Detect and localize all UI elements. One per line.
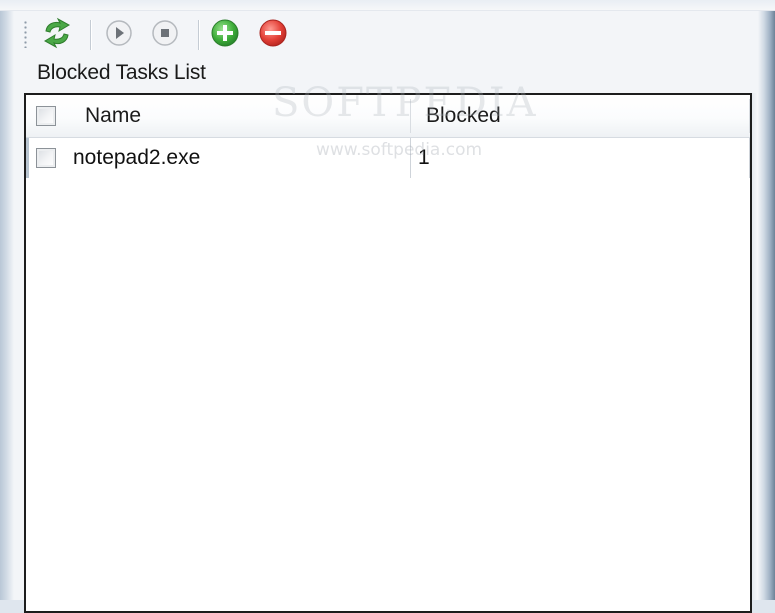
toolbar-separator	[198, 20, 199, 50]
application-window: Blocked Tasks List Name Blocked notepad2…	[0, 0, 775, 613]
row-focus-indicator	[26, 138, 29, 178]
column-header-name[interactable]: Name	[85, 95, 141, 137]
select-all-checkbox[interactable]	[36, 106, 56, 126]
title-bar-edge	[0, 0, 775, 11]
blocked-tasks-list[interactable]: Name Blocked notepad2.exe 1	[24, 93, 752, 613]
toolbar	[14, 12, 758, 58]
stop-button[interactable]	[148, 18, 182, 52]
refresh-icon	[40, 17, 74, 53]
row-checkbox[interactable]	[36, 148, 56, 168]
start-button[interactable]	[102, 18, 136, 52]
refresh-button[interactable]	[40, 17, 74, 53]
blocked-tasks-list-label: Blocked Tasks List	[37, 61, 206, 84]
add-icon	[209, 17, 241, 53]
column-divider[interactable]	[410, 99, 411, 133]
toolbar-grip[interactable]	[24, 20, 27, 48]
task-name: notepad2.exe	[73, 146, 201, 169]
play-icon	[104, 18, 134, 52]
window-right-edge	[752, 93, 758, 600]
cell-divider	[410, 138, 411, 178]
blocked-count: 1	[418, 146, 430, 169]
remove-task-button[interactable]	[256, 18, 290, 52]
table-row[interactable]: notepad2.exe 1	[26, 138, 750, 178]
toolbar-separator	[90, 20, 91, 50]
stop-icon	[150, 18, 180, 52]
list-header: Name Blocked	[26, 95, 750, 138]
column-divider[interactable]	[749, 99, 750, 133]
cell-divider	[749, 138, 750, 178]
remove-icon	[257, 17, 289, 53]
column-header-blocked[interactable]: Blocked	[426, 95, 501, 137]
add-task-button[interactable]	[208, 18, 242, 52]
